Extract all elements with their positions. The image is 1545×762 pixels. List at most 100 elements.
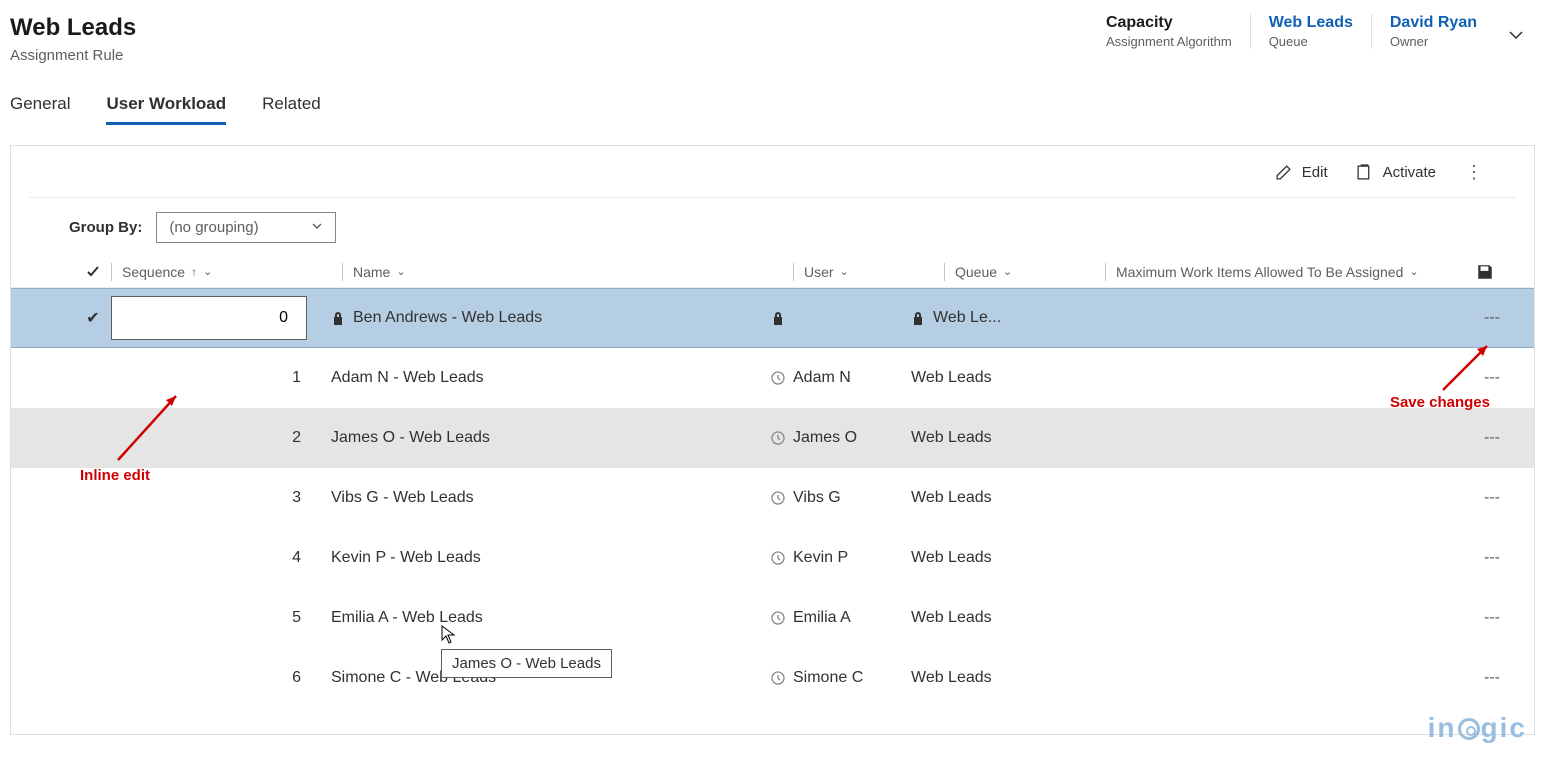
row-sequence: 1 (292, 369, 301, 387)
edit-label: Edit (1302, 164, 1328, 181)
row-name: Adam N - Web Leads (331, 369, 484, 387)
annotation-save-changes: Save changes (1390, 394, 1490, 411)
row-name: Vibs G - Web Leads (331, 489, 474, 507)
row-name: Emilia A - Web Leads (331, 609, 483, 627)
row-max: --- (1484, 549, 1500, 567)
tooltip: James O - Web Leads (441, 649, 612, 678)
row-name: James O - Web Leads (331, 429, 490, 447)
table-row[interactable]: 1 Adam N - Web Leads Adam N Web Leads --… (11, 348, 1534, 408)
lock-icon (331, 310, 345, 326)
grid-body: ✔ Ben Andrews - Web Leads Web Le... --- … (11, 288, 1534, 708)
activate-icon (1356, 164, 1373, 181)
header-field-label: Assignment Algorithm (1106, 34, 1232, 49)
activate-button[interactable]: Activate (1356, 164, 1436, 181)
row-user: Adam N (793, 369, 851, 387)
row-user: Kevin P (793, 549, 848, 567)
sequence-inline-input[interactable] (111, 296, 307, 340)
header-fields: Capacity Assignment AlgorithmWeb Leads Q… (1088, 14, 1527, 49)
row-queue: Web Leads (911, 429, 992, 447)
tab-user-workload[interactable]: User Workload (106, 94, 226, 125)
annotation-inline-edit: Inline edit (80, 467, 150, 484)
row-queue: Web Leads (911, 609, 992, 627)
clock-icon (771, 551, 785, 565)
lock-icon (771, 310, 785, 326)
pencil-icon (1275, 164, 1292, 181)
table-row[interactable]: 2 James O - Web Leads James O Web Leads … (11, 408, 1534, 468)
watermark-logo: ingic (1428, 712, 1527, 744)
table-row[interactable]: ✔ Ben Andrews - Web Leads Web Le... --- (11, 288, 1534, 348)
chevron-down-icon: ⌄ (203, 265, 212, 278)
lock-icon (911, 310, 925, 326)
annotation-arrow-icon (110, 384, 190, 466)
row-user: James O (793, 429, 857, 447)
clock-icon (771, 371, 785, 385)
clock-icon (771, 671, 785, 685)
row-queue: Web Leads (911, 669, 992, 687)
row-user: Vibs G (793, 489, 841, 507)
row-user: Simone C (793, 669, 863, 687)
save-button[interactable] (1476, 263, 1494, 281)
row-max: --- (1484, 489, 1500, 507)
header-field[interactable]: Capacity Assignment Algorithm (1088, 14, 1250, 49)
row-queue: Web Leads (911, 369, 992, 387)
table-row[interactable]: 4 Kevin P - Web Leads Kevin P Web Leads … (11, 528, 1534, 588)
row-sequence: 3 (292, 489, 301, 507)
chevron-down-icon: ⌄ (396, 265, 405, 278)
header-field-label: Queue (1269, 34, 1353, 49)
mouse-cursor-icon (441, 625, 457, 645)
header-field-value: David Ryan (1390, 14, 1477, 32)
column-header-name[interactable]: Name ⌄ (353, 264, 793, 280)
tab-related[interactable]: Related (262, 94, 321, 125)
row-check-icon[interactable]: ✔ (75, 308, 111, 328)
sort-asc-icon: ↑ (191, 265, 197, 279)
column-header-sequence[interactable]: Sequence ↑ ⌄ (122, 264, 342, 280)
chevron-down-icon: ⌄ (840, 265, 849, 278)
clock-icon (771, 431, 785, 445)
table-row[interactable]: 6 Simone C - Web Leads Simone C Web Lead… (11, 648, 1534, 708)
group-by-select[interactable]: (no grouping) (156, 212, 336, 243)
table-row[interactable]: 3 Vibs G - Web Leads Vibs G Web Leads --… (11, 468, 1534, 528)
row-max: --- (1484, 669, 1500, 687)
main-panel: Edit Activate ⋮ Group By: (no grouping) … (10, 145, 1535, 735)
row-queue: Web Leads (911, 549, 992, 567)
grid-header: Sequence ↑ ⌄ Name ⌄ User ⌄ Queue ⌄ Maxim… (11, 257, 1534, 288)
header-field-value: Web Leads (1269, 14, 1353, 32)
tab-general[interactable]: General (10, 94, 70, 125)
row-sequence: 5 (292, 609, 301, 627)
column-header-max[interactable]: Maximum Work Items Allowed To Be Assigne… (1116, 264, 1534, 280)
tabs: General User Workload Related (0, 64, 1545, 125)
row-queue: Web Le... (933, 309, 1001, 327)
group-by-value: (no grouping) (169, 219, 258, 236)
row-sequence: 2 (292, 429, 301, 447)
toolbar: Edit Activate ⋮ (29, 146, 1516, 198)
chevron-down-icon: ⌄ (1409, 265, 1418, 278)
column-header-user[interactable]: User ⌄ (804, 264, 944, 280)
select-all-checkbox[interactable] (75, 265, 111, 279)
header-field[interactable]: Web Leads Queue (1250, 14, 1371, 49)
group-by-label: Group By: (69, 219, 142, 236)
header-field-label: Owner (1390, 34, 1477, 49)
chevron-down-icon (311, 219, 323, 236)
annotation-arrow-icon (1437, 338, 1497, 394)
table-row[interactable]: 5 Emilia A - Web Leads Emilia A Web Lead… (11, 588, 1534, 648)
row-max: --- (1484, 429, 1500, 447)
more-menu-button[interactable]: ⋮ (1464, 162, 1484, 183)
group-by-row: Group By: (no grouping) (11, 198, 1534, 257)
row-max: --- (1484, 609, 1500, 627)
chevron-down-icon: ⌄ (1003, 265, 1012, 278)
row-max: --- (1484, 309, 1500, 327)
edit-button[interactable]: Edit (1275, 164, 1328, 181)
activate-label: Activate (1383, 164, 1436, 181)
row-name: Kevin P - Web Leads (331, 549, 481, 567)
header-field[interactable]: David Ryan Owner (1371, 14, 1495, 49)
page-subtitle: Assignment Rule (10, 47, 136, 64)
row-sequence: 6 (292, 669, 301, 687)
page-title: Web Leads (10, 14, 136, 43)
row-user: Emilia A (793, 609, 851, 627)
header-field-value: Capacity (1106, 14, 1232, 32)
column-header-queue[interactable]: Queue ⌄ (955, 264, 1105, 280)
clock-icon (771, 491, 785, 505)
row-queue: Web Leads (911, 489, 992, 507)
expand-header-button[interactable] (1505, 24, 1527, 46)
clock-icon (771, 611, 785, 625)
